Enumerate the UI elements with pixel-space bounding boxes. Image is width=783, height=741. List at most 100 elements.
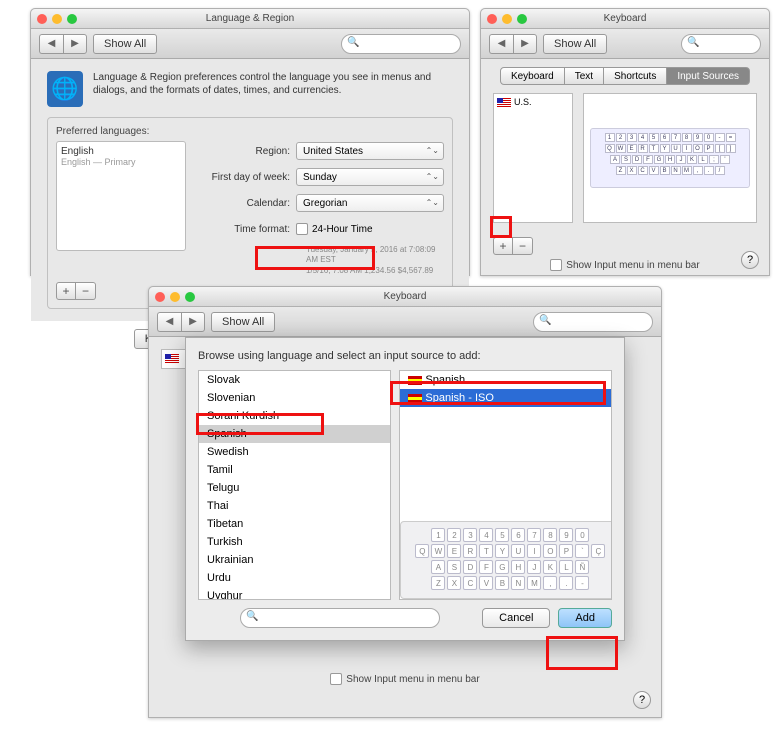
list-item[interactable]: U.S. <box>497 97 569 107</box>
source-pane[interactable]: SpanishSpanish - ISO <box>400 371 611 513</box>
key: K <box>687 155 697 164</box>
language-item[interactable]: Swedish <box>199 443 390 461</box>
key: P <box>704 144 714 153</box>
window-title: Keyboard <box>481 13 769 24</box>
key: 0 <box>704 133 714 142</box>
firstday-select[interactable]: Sunday <box>296 168 444 186</box>
key: Z <box>431 576 445 590</box>
flag-es-icon <box>408 376 422 385</box>
language-item-sub: English — Primary <box>61 157 181 167</box>
language-pane[interactable]: SlovakSlovenianSorani KurdishSpanishSwed… <box>198 370 391 600</box>
back-button[interactable]: ◀ <box>489 34 513 54</box>
key: 2 <box>616 133 626 142</box>
key: A <box>431 560 445 574</box>
language-item[interactable]: Slovak <box>199 371 390 389</box>
language-item-name: English <box>61 146 181 157</box>
source-item[interactable]: Spanish <box>400 371 611 389</box>
tab-shortcuts[interactable]: Shortcuts <box>603 67 667 85</box>
add-language-button[interactable]: + <box>56 282 76 300</box>
show-all-button[interactable]: Show All <box>93 34 157 54</box>
key: 3 <box>627 133 637 142</box>
flag-us-icon <box>497 98 511 107</box>
format-examples: Tuesday, January 5, 2016 at 7:08:09 AM E… <box>306 245 444 276</box>
key: Z <box>616 166 626 175</box>
help-button[interactable]: ? <box>633 691 651 709</box>
search-input[interactable] <box>533 312 653 332</box>
tab-keyboard[interactable]: Keyboard <box>500 67 565 85</box>
key: D <box>463 560 477 574</box>
key: 9 <box>693 133 703 142</box>
tab-text[interactable]: Text <box>564 67 604 85</box>
key: , <box>543 576 557 590</box>
add-source-button[interactable]: + <box>493 237 513 255</box>
region-select[interactable]: United States <box>296 142 444 160</box>
search-input[interactable] <box>341 34 461 54</box>
show-all-button[interactable]: Show All <box>543 34 607 54</box>
settings-group: Preferred languages: English English — P… <box>47 117 453 309</box>
help-button[interactable]: ? <box>741 251 759 269</box>
timeformat-checkbox[interactable] <box>296 223 308 235</box>
add-button[interactable]: Add <box>558 608 612 628</box>
key: / <box>715 166 725 175</box>
show-input-menu-checkbox[interactable] <box>550 259 562 271</box>
titlebar[interactable]: Language & Region <box>31 9 469 29</box>
key: 4 <box>638 133 648 142</box>
tab-input-sources[interactable]: Input Sources <box>666 67 750 85</box>
window-title: Language & Region <box>31 13 469 24</box>
key: I <box>682 144 692 153</box>
titlebar[interactable]: Keyboard <box>481 9 769 29</box>
language-item[interactable]: Spanish <box>199 425 390 443</box>
language-item[interactable]: Slovenian <box>199 389 390 407</box>
add-source-sheet: Browse using language and select an inpu… <box>185 337 625 641</box>
show-all-button[interactable]: Show All <box>211 312 275 332</box>
key: 7 <box>527 528 541 542</box>
language-item[interactable]: Tibetan <box>199 515 390 533</box>
language-item[interactable]: Thai <box>199 497 390 515</box>
forward-button[interactable]: ▶ <box>513 34 537 54</box>
key: 7 <box>671 133 681 142</box>
language-list[interactable]: English English — Primary <box>56 141 186 251</box>
key: J <box>676 155 686 164</box>
key: B <box>660 166 670 175</box>
forward-button[interactable]: ▶ <box>63 34 87 54</box>
language-item[interactable]: Ukrainian <box>199 551 390 569</box>
search-input[interactable] <box>681 34 761 54</box>
back-button[interactable]: ◀ <box>157 312 181 332</box>
key: 3 <box>463 528 477 542</box>
timeformat-label: Time format: <box>196 224 296 235</box>
language-item[interactable]: Telugu <box>199 479 390 497</box>
language-item[interactable]: Uyghur <box>199 587 390 600</box>
key: [ <box>715 144 725 153</box>
sheet-search-input[interactable] <box>240 608 440 628</box>
language-item[interactable]: Tamil <box>199 461 390 479</box>
remove-language-button[interactable]: − <box>76 282 96 300</box>
key: 4 <box>479 528 493 542</box>
back-button[interactable]: ◀ <box>39 34 63 54</box>
calendar-label: Calendar: <box>196 198 296 209</box>
source-item[interactable]: Spanish - ISO <box>400 389 611 407</box>
key: - <box>575 576 589 590</box>
flag-us-icon <box>165 354 179 363</box>
key: 5 <box>649 133 659 142</box>
key: J <box>527 560 541 574</box>
remove-source-button[interactable]: − <box>513 237 533 255</box>
key: 9 <box>559 528 573 542</box>
key: D <box>632 155 642 164</box>
titlebar[interactable]: Keyboard <box>149 287 661 307</box>
forward-button[interactable]: ▶ <box>181 312 205 332</box>
show-input-menu-checkbox[interactable] <box>330 673 342 685</box>
language-item[interactable]: Turkish <box>199 533 390 551</box>
key: 1 <box>431 528 445 542</box>
timeformat-value: 24-Hour Time <box>312 224 373 235</box>
language-item[interactable]: Urdu <box>199 569 390 587</box>
key: , <box>693 166 703 175</box>
cancel-button[interactable]: Cancel <box>482 608 550 628</box>
key: A <box>610 155 620 164</box>
calendar-select[interactable]: Gregorian <box>296 194 444 212</box>
input-source-list[interactable]: U.S. <box>493 93 573 223</box>
show-input-menu-label: Show Input menu in menu bar <box>346 674 479 685</box>
language-item[interactable]: Sorani Kurdish <box>199 407 390 425</box>
keyboard-add-window: Keyboard ◀ ▶ Show All Browse using langu… <box>148 286 662 718</box>
key: T <box>649 144 659 153</box>
toolbar: ◀ ▶ Show All <box>481 29 769 59</box>
